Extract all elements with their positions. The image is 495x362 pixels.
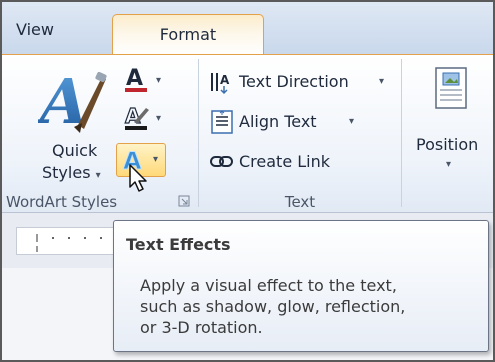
tooltip-line: Apply a visual effect to the text, [140,276,397,295]
quick-styles-label-line1: Quick [52,141,98,160]
ribbon-panel: A Quick Styles ▾ A ▾ A ▾ A ▾ WordArt Sty… [2,54,493,213]
tooltip-line: such as shadow, glow, reflection, [140,297,406,316]
text-direction-icon: A [211,73,230,95]
chevron-down-icon: ▾ [156,75,162,86]
quick-styles-button[interactable]: A Quick Styles ▾ [32,63,118,183]
dialog-launcher-icon[interactable] [178,195,190,207]
chevron-down-icon: ▾ [446,159,452,170]
svg-text:A: A [220,73,230,87]
text-outline-icon: A [124,103,149,130]
svg-text:A: A [125,104,141,128]
tooltip-description: Apply a visual effect to the text, such … [140,275,480,338]
wordart-styles-group: A Quick Styles ▾ A ▾ A ▾ A ▾ WordArt Sty… [2,55,198,213]
chevron-down-icon: ▾ [379,76,385,87]
text-group-label: Text [284,193,316,211]
create-link-label: Create Link [239,152,331,171]
wordart-a-brush-icon: A [38,67,107,135]
create-link-button[interactable]: Create Link [209,149,369,175]
position-label: Position [416,135,479,154]
app-window: View Format A Quick Styles ▾ A ▾ A ▾ A ▾… [0,0,495,362]
text-effects-tooltip: Text Effects Apply a visual effect to th… [113,220,489,352]
ruler-ticks [36,234,102,252]
svg-text:A: A [126,66,143,91]
tab-view[interactable]: View [16,20,54,39]
chain-link-icon [210,156,233,167]
align-text-label: Align Text [239,112,317,131]
align-text-button[interactable]: Align Text ▾ [209,109,359,135]
text-fill-button[interactable]: A ▾ [118,65,168,97]
quick-styles-label-line2: Styles ▾ [42,163,101,182]
text-group: A Text Direction ▾ Align Text ▾ Create L… [199,55,401,213]
chevron-down-icon: ▾ [156,113,162,124]
arrange-group: Position ▾ [402,55,493,213]
mouse-cursor-icon [129,164,147,192]
tooltip-title: Text Effects [126,235,231,254]
quick-styles-label-text: Styles [42,163,91,182]
text-fill-icon: A [125,66,147,92]
wordart-styles-group-label: WordArt Styles [6,193,118,211]
chevron-down-icon: ▾ [95,170,101,181]
align-text-icon [211,110,233,134]
tab-format[interactable]: Format [112,14,264,56]
tooltip-line: or 3-D rotation. [140,318,263,337]
text-direction-label: Text Direction [239,72,349,91]
position-icon [435,67,467,109]
chevron-down-icon: ▾ [349,116,355,127]
chevron-down-icon: ▾ [153,154,159,165]
ribbon-tab-strip: View Format [2,2,493,56]
position-button[interactable]: Position ▾ [410,67,493,187]
text-direction-button[interactable]: A Text Direction ▾ [209,69,399,95]
text-outline-button[interactable]: A ▾ [118,103,168,135]
ruler-scale [16,227,118,255]
